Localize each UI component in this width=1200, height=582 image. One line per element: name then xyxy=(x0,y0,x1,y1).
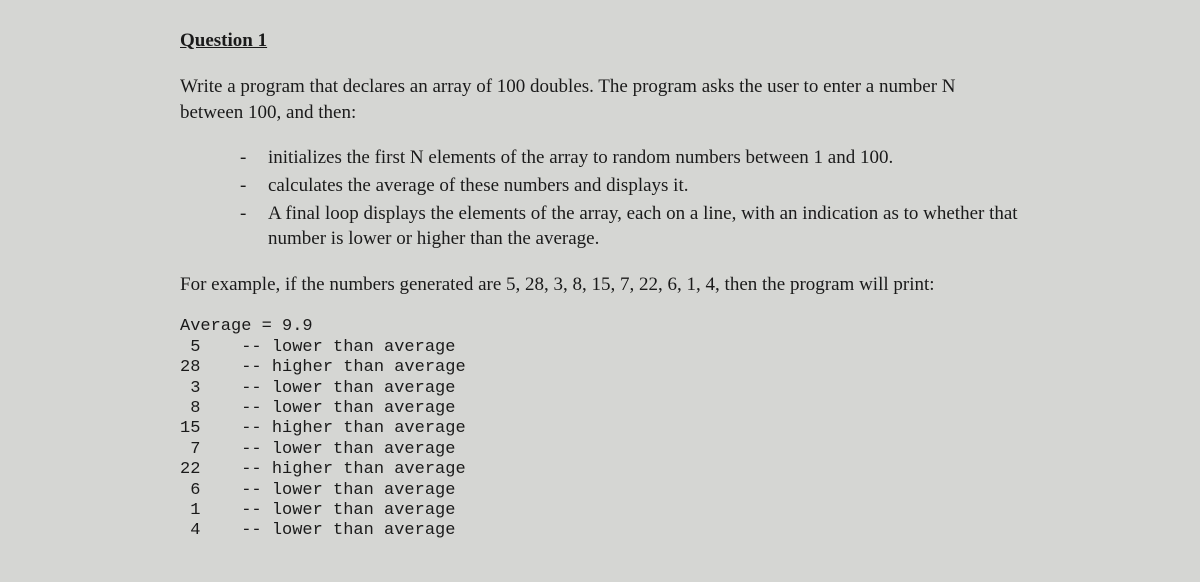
example-intro: For example, if the numbers generated ar… xyxy=(180,272,1020,298)
intro-paragraph: Write a program that declares an array o… xyxy=(180,74,1020,125)
bullet-text: A final loop displays the elements of th… xyxy=(268,201,1020,252)
list-item: - initializes the first N elements of th… xyxy=(240,145,1020,171)
bullet-marker: - xyxy=(240,145,268,171)
bullet-marker: - xyxy=(240,173,268,199)
bullet-marker: - xyxy=(240,201,268,227)
question-title: Question 1 xyxy=(180,30,1020,52)
list-item: - calculates the average of these number… xyxy=(240,173,1020,199)
bullet-text: calculates the average of these numbers … xyxy=(268,173,1020,199)
bullet-list: - initializes the first N elements of th… xyxy=(240,145,1020,252)
code-output: Average = 9.9 5 -- lower than average 28… xyxy=(180,317,1020,541)
bullet-text: initializes the first N elements of the … xyxy=(268,145,1020,171)
list-item: - A final loop displays the elements of … xyxy=(240,201,1020,252)
